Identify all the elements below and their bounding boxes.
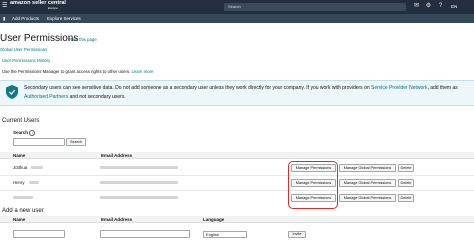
language-value: English — [206, 232, 220, 237]
alert-text-3: and not secondary users. — [68, 94, 126, 100]
blurred-email — [100, 196, 178, 199]
col-email: Email Address — [101, 153, 133, 158]
manage-global-permissions-button[interactable]: Manage Global Permissions — [339, 194, 396, 202]
delete-button[interactable]: Delete — [398, 179, 414, 187]
row-divider — [0, 175, 474, 176]
gear-icon[interactable]: ⚙ — [425, 3, 432, 10]
row-divider — [0, 190, 474, 191]
blurred-name — [31, 166, 43, 169]
logo-region: Europe — [48, 6, 58, 10]
users-search-button[interactable]: Search — [66, 138, 86, 146]
learn-more-link[interactable]: Learn more — [131, 69, 153, 74]
shield-icon — [6, 85, 18, 99]
nav-add-products[interactable]: Add Products — [12, 16, 39, 21]
alert-text-2: , add them as — [427, 85, 458, 91]
description-text: Use the Permissions Manager to grant acc… — [2, 69, 131, 74]
search-input[interactable]: Search — [224, 3, 406, 11]
search-label: Search i — [13, 130, 36, 136]
mail-icon[interactable]: ✉ — [413, 3, 420, 10]
new-col-language: Language — [203, 217, 225, 222]
global-user-permissions-link[interactable]: Global User Permissions — [0, 47, 47, 52]
new-col-email: Email Address — [101, 217, 133, 222]
page-title: User Permissions — [0, 33, 79, 44]
new-user-email-input[interactable] — [100, 230, 190, 238]
highlight-box — [288, 161, 338, 209]
bookmark-icon[interactable]: ▮ — [3, 16, 5, 21]
search-label-text: Search — [13, 130, 29, 135]
alert-text-1: Secondary users can see sensitive data. … — [24, 85, 372, 91]
blurred-name — [29, 181, 39, 184]
language-selector[interactable]: EN — [451, 4, 457, 9]
new-user-name-input[interactable] — [13, 230, 65, 238]
manage-global-permissions-button[interactable]: Manage Global Permissions — [339, 179, 396, 187]
col-name: Name — [13, 153, 26, 158]
alert-message: Secondary users can see sensitive data. … — [24, 84, 470, 102]
manage-global-permissions-button[interactable]: Manage Global Permissions — [339, 164, 396, 172]
user-name: Jotthua — [13, 165, 28, 170]
new-user-table-header — [0, 216, 474, 223]
new-col-name: Name — [13, 217, 26, 222]
rate-page-link[interactable]: Rate this page — [69, 37, 97, 42]
menu-icon[interactable]: ☰ — [2, 3, 7, 10]
blurred-email — [100, 181, 178, 184]
search-placeholder: Search — [228, 4, 241, 9]
add-user-heading: Add a new user — [2, 208, 44, 214]
help-icon[interactable]: ? — [437, 3, 444, 10]
invite-button[interactable]: Invite — [288, 231, 306, 238]
language-select[interactable]: English — [203, 231, 247, 238]
nav-explore-services[interactable]: Explore Services — [47, 16, 81, 21]
blurred-email — [100, 166, 178, 169]
authorised-partners-link[interactable]: Authorised Partners — [24, 94, 68, 100]
service-provider-network-link[interactable]: Service Provider Network — [371, 85, 427, 91]
page-description: Use the Permissions Manager to grant acc… — [2, 69, 153, 74]
info-icon[interactable]: i — [29, 130, 36, 136]
users-search-input[interactable] — [13, 138, 65, 146]
current-users-heading: Current Users — [2, 118, 40, 124]
delete-button[interactable]: Delete — [398, 194, 414, 202]
delete-button[interactable]: Delete — [398, 164, 414, 172]
users-table-header — [0, 152, 474, 159]
user-permissions-history-link[interactable]: User Permissions History — [2, 58, 50, 63]
user-name: Henry — [13, 180, 25, 185]
blurred-name — [13, 196, 33, 199]
